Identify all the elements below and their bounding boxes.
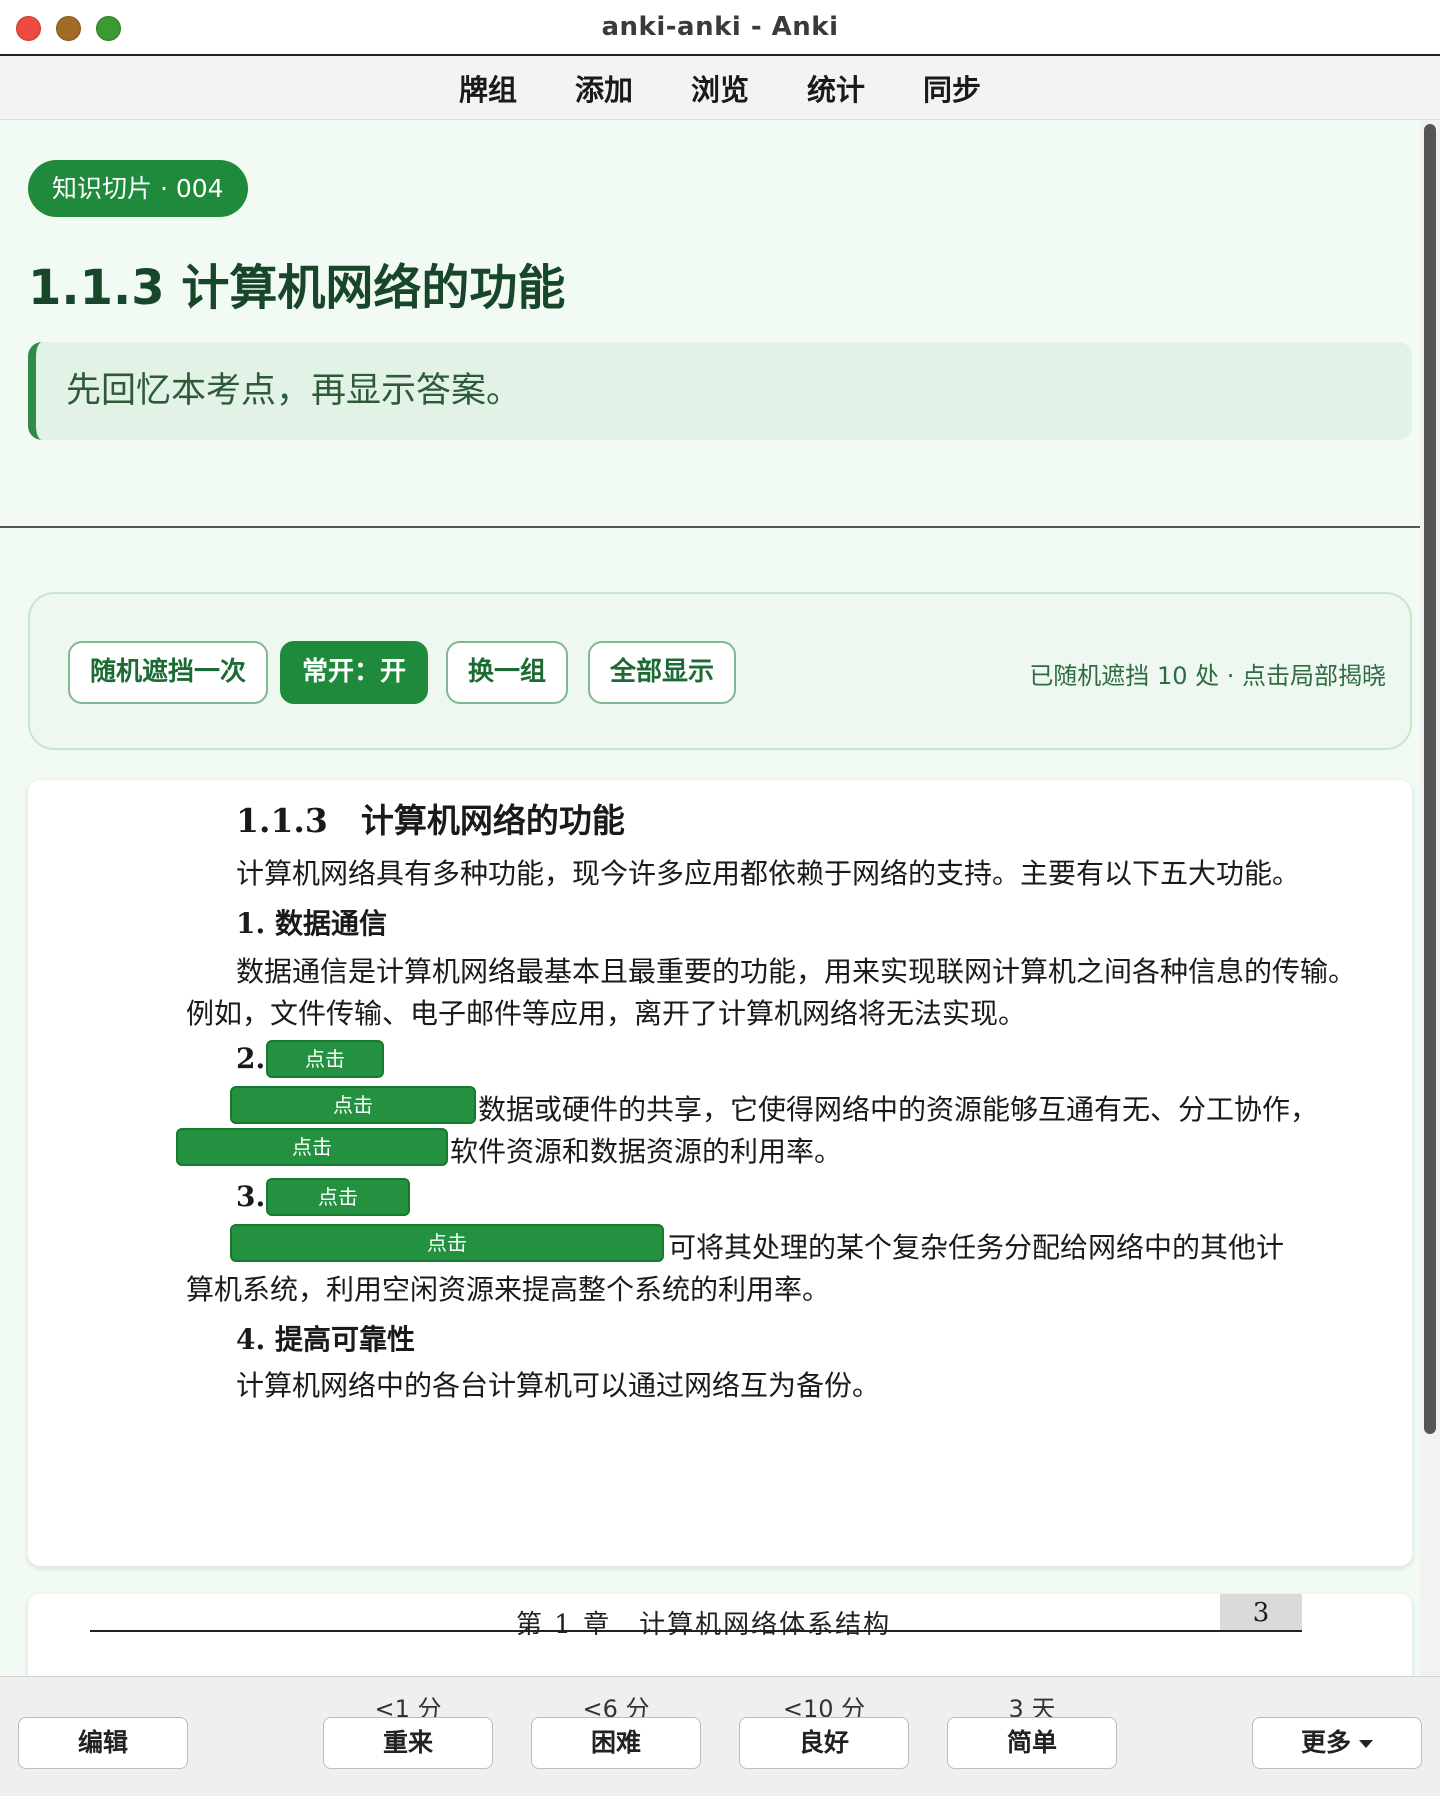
page-heading: 1.1.3 计算机网络的功能 [236,801,625,840]
window-titlebar: anki-anki - Anki [0,0,1440,56]
section-3-line-2: 算机系统，利用空闲资源来提高整个系统的利用率。 [186,1273,831,1306]
occlusion-mask[interactable]: 点击 [176,1128,448,1166]
show-all-button[interactable]: 全部显示 [588,641,737,704]
section-3-number: 3. [236,1180,266,1213]
easy-button[interactable]: 简单 [947,1717,1117,1769]
nav-stats[interactable]: 统计 [807,67,865,109]
textbook-page: 1.1.3 计算机网络的功能 计算机网络具有多种功能，现今许多应用都依赖于网络的… [28,780,1412,1566]
nav-add[interactable]: 添加 [575,67,633,109]
recall-hint: 先回忆本考点，再显示答案。 [28,342,1412,440]
card-title: 1.1.3 计算机网络的功能 [28,260,566,316]
occlusion-status: 已随机遮挡 10 处 · 点击局部揭晓 [1029,662,1386,690]
section-1-title: 1. 数据通信 [236,907,387,940]
hard-button[interactable]: 困难 [531,1717,701,1769]
header-rule [90,1630,1302,1632]
occlusion-controls: 随机遮挡一次 常开：开 换一组 全部显示 已随机遮挡 10 处 · 点击局部揭晓 [28,592,1412,750]
section-3-line-1: 可将其处理的某个复杂任务分配给网络中的其他计 [668,1231,1285,1264]
occlusion-mask[interactable]: 点击 [230,1224,664,1262]
textbook-page-2: 第 1 章 计算机网络体系结构 3 [28,1594,1412,1676]
section-2-line-2: 软件资源和数据资源的利用率。 [450,1135,843,1168]
card-tag-chip: 知识切片 · 004 [28,160,248,217]
close-window-button[interactable] [16,16,41,41]
good-button[interactable]: 良好 [739,1717,909,1769]
section-2-number: 2. [236,1042,266,1075]
occlusion-mask[interactable]: 点击 [230,1086,476,1124]
section-1-line-2: 例如，文件传输、电子邮件等应用，离开了计算机网络将无法实现。 [186,997,1027,1030]
minimize-window-button[interactable] [56,16,81,41]
review-bottom-bar: 编辑 <1 分 重来 <6 分 困难 <10 分 良好 3 天 简单 更多 [0,1676,1440,1796]
nav-sync[interactable]: 同步 [923,67,981,109]
again-button[interactable]: 重来 [323,1717,493,1769]
occlusion-mask[interactable]: 点击 [266,1178,410,1216]
window-title: anki-anki - Anki [601,12,839,42]
caret-down-icon [1359,1740,1373,1748]
running-head: 第 1 章 计算机网络体系结构 [516,1610,892,1640]
window-controls [16,16,121,41]
page-number: 3 [1220,1594,1302,1632]
swap-group-button[interactable]: 换一组 [446,641,569,704]
edit-button[interactable]: 编辑 [18,1717,188,1769]
random-occlude-button[interactable]: 随机遮挡一次 [68,641,269,704]
nav-decks[interactable]: 牌组 [459,67,517,109]
zoom-window-button[interactable] [96,16,121,41]
card-question: 知识切片 · 004 1.1.3 计算机网络的功能 先回忆本考点，再显示答案。 [0,120,1420,526]
section-4-title: 4. 提高可靠性 [236,1323,415,1356]
card-answer: 随机遮挡一次 常开：开 换一组 全部显示 已随机遮挡 10 处 · 点击局部揭晓… [0,528,1420,1676]
section-4-line-1: 计算机网络中的各台计算机可以通过网络互为备份。 [236,1369,881,1402]
nav-browse[interactable]: 浏览 [691,67,749,109]
section-2-line-1: 数据或硬件的共享，它使得网络中的资源能够互通有无、分工协作， [478,1093,1319,1126]
section-1-line-1: 数据通信是计算机网络最基本且最重要的功能，用来实现联网计算机之间各种信息的传输。 [236,955,1357,988]
page-intro: 计算机网络具有多种功能，现今许多应用都依赖于网络的支持。主要有以下五大功能。 [236,857,1301,890]
more-button-label: 更多 [1300,1728,1351,1757]
always-on-toggle[interactable]: 常开：开 [280,641,429,704]
scrollbar-thumb[interactable] [1424,124,1436,1434]
top-navigation: 牌组 添加 浏览 统计 同步 [0,56,1440,120]
occlusion-mask[interactable]: 点击 [266,1040,384,1078]
more-button[interactable]: 更多 [1252,1717,1422,1769]
